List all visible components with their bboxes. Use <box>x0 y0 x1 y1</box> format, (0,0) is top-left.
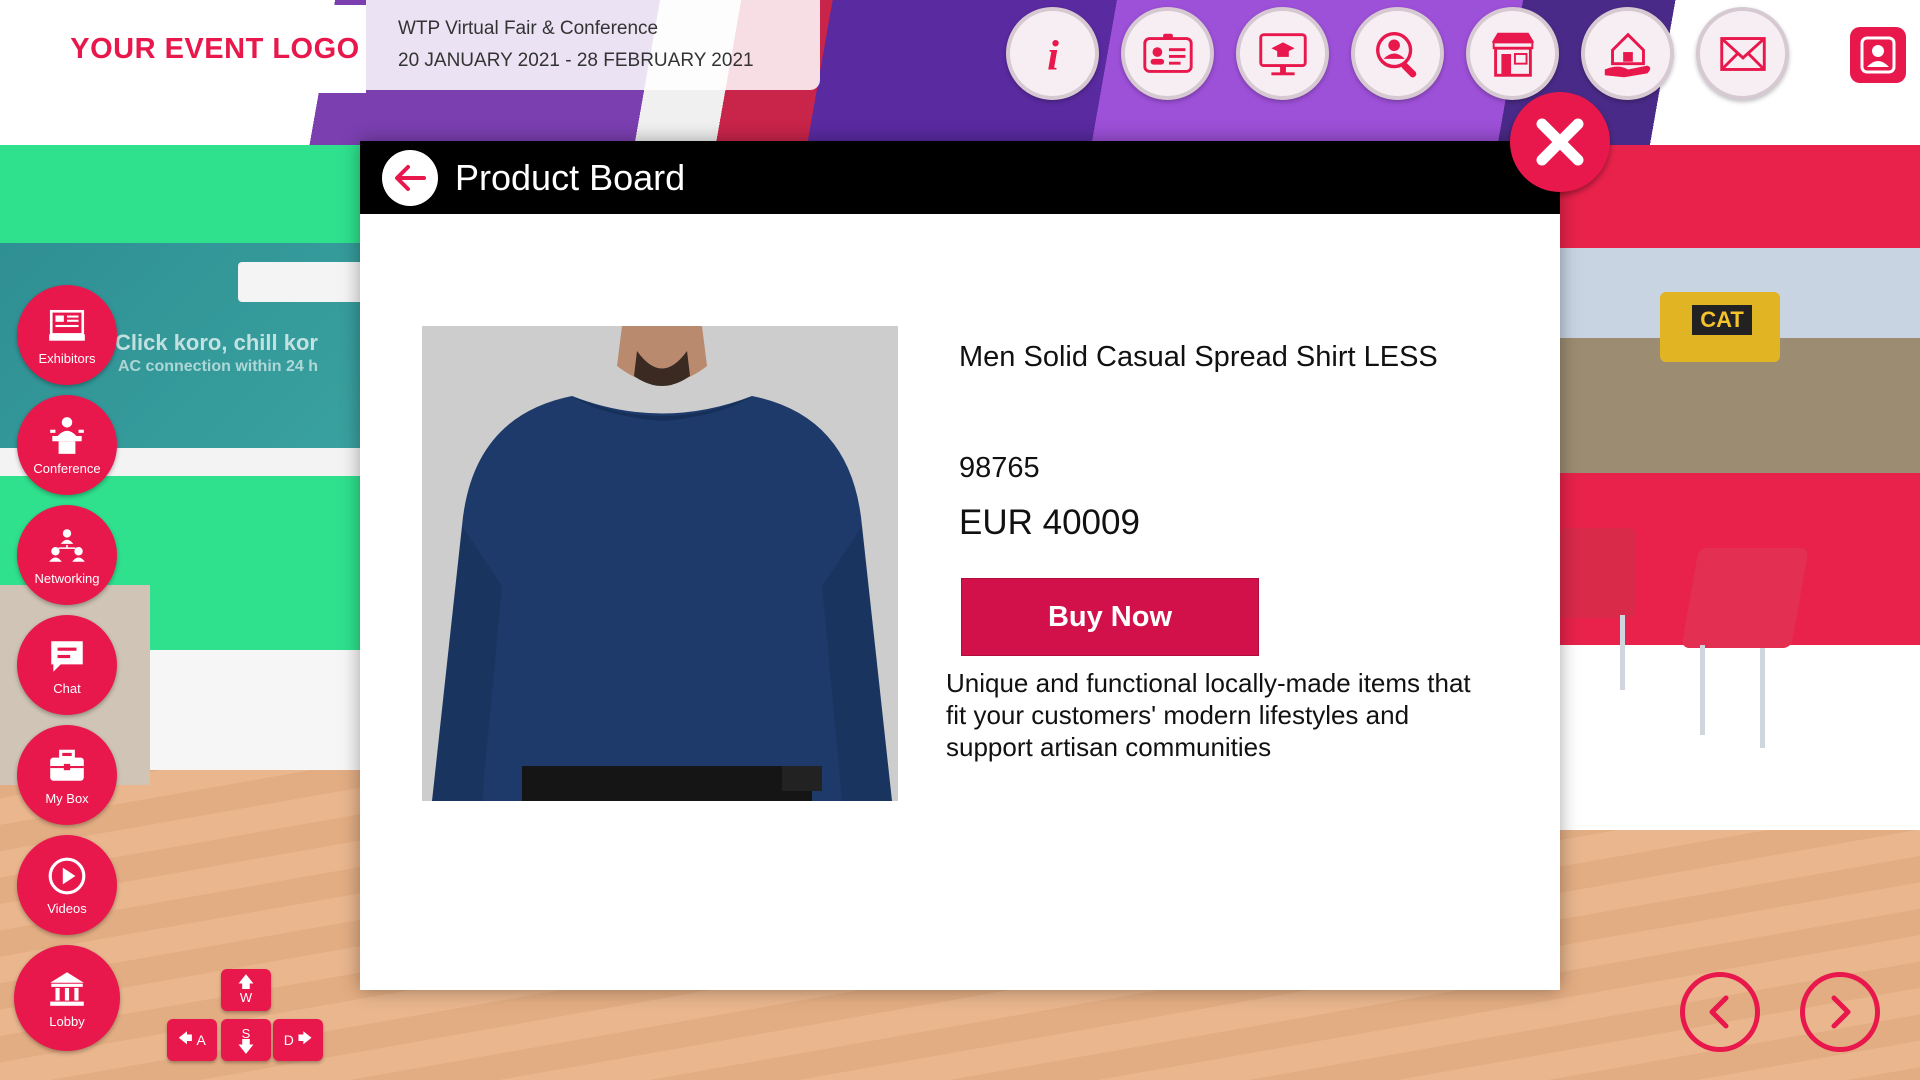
profile-icon <box>1860 36 1896 74</box>
presentation-icon <box>1258 32 1307 75</box>
nav-my-box-label: My Box <box>45 790 89 806</box>
svg-text:i: i <box>1047 32 1059 79</box>
event-logo-text: YOUR EVENT LOGO <box>70 32 360 65</box>
event-info: WTP Virtual Fair & Conference 20 JANUARY… <box>366 0 820 90</box>
chair-right <box>1681 548 1809 648</box>
chat-icon <box>51 640 83 672</box>
chevron-right-icon <box>1831 995 1851 1029</box>
home-hand-button[interactable] <box>1581 7 1674 100</box>
home-hand-icon <box>1604 32 1650 77</box>
close-icon <box>1536 118 1584 166</box>
modal-title: Product Board <box>455 156 686 198</box>
event-dates: 20 JANUARY 2021 - 28 FEBRUARY 2021 <box>398 50 754 71</box>
product-id: 98765 <box>959 452 1040 484</box>
profile-button[interactable] <box>1836 18 1920 92</box>
chair-left <box>1560 528 1635 618</box>
product-board-modal: Product Board Men Solid Casual Spread Sh… <box>360 141 1560 990</box>
nav-networking-label: Networking <box>34 570 100 586</box>
id-card-button[interactable] <box>1121 7 1214 100</box>
top-toolbar: i <box>1006 7 1789 100</box>
product-price: EUR 40009 <box>959 503 1140 542</box>
chair-leg <box>1760 648 1765 748</box>
product-description: Unique and functional locally-made items… <box>946 668 1471 762</box>
key-a-hint[interactable]: 🡄 A <box>167 1019 217 1061</box>
nav-lobby-label: Lobby <box>49 1013 85 1029</box>
arrow-right-icon: 🡆 <box>293 1030 313 1046</box>
chevron-left-icon <box>1709 995 1729 1029</box>
presentation-button[interactable] <box>1236 7 1329 100</box>
shirt-photo-illustration <box>422 326 898 801</box>
next-button[interactable] <box>1800 972 1880 1052</box>
event-logo: YOUR EVENT LOGO <box>64 5 366 93</box>
side-navigation: Exhibitors Conference Networking Chat My… <box>14 285 120 1051</box>
nav-chat[interactable]: Chat <box>17 615 117 715</box>
id-card-icon <box>1142 33 1193 73</box>
key-s-hint[interactable]: S 🡇 <box>221 1019 271 1061</box>
chair-leg <box>1620 615 1625 690</box>
mail-icon <box>1719 36 1766 71</box>
info-icon: i <box>1047 32 1059 79</box>
arrow-down-icon: 🡇 <box>237 1038 255 1056</box>
nav-exhibitors[interactable]: Exhibitors <box>17 285 117 385</box>
nav-lobby[interactable]: Lobby <box>14 945 120 1051</box>
briefcase-icon <box>50 749 84 781</box>
nav-videos[interactable]: Videos <box>17 835 117 935</box>
arrow-left-icon <box>395 164 426 191</box>
info-button[interactable]: i <box>1006 7 1099 100</box>
previous-button[interactable] <box>1680 972 1760 1052</box>
networking-icon <box>49 528 85 562</box>
product-image <box>422 326 898 801</box>
modal-header: Product Board <box>360 141 1560 214</box>
mail-button[interactable] <box>1696 7 1789 100</box>
exhibitors-icon <box>49 309 85 341</box>
nav-chat-label: Chat <box>53 680 81 696</box>
back-button[interactable] <box>382 149 438 206</box>
key-a-label: A <box>196 1032 206 1048</box>
close-button[interactable] <box>1510 92 1610 192</box>
key-d-label: D <box>283 1032 294 1048</box>
arrow-left-icon: 🡄 <box>178 1030 197 1046</box>
conference-icon <box>50 416 84 454</box>
left-banner-subline: AC connection within 24 h <box>118 358 319 375</box>
buy-now-button[interactable]: Buy Now <box>961 578 1259 656</box>
search-person-icon <box>1375 31 1416 77</box>
air-conditioner-graphic <box>238 262 378 302</box>
nav-networking[interactable]: Networking <box>17 505 117 605</box>
nav-videos-label: Videos <box>47 900 87 916</box>
left-booth-floor <box>150 650 380 770</box>
search-people-button[interactable] <box>1351 7 1444 100</box>
product-details: Men Solid Casual Spread Shirt LESS 98765… <box>959 341 1519 543</box>
cat-logo: CAT <box>1692 305 1752 335</box>
nav-conference[interactable]: Conference <box>17 395 117 495</box>
key-w-hint[interactable]: 🡅 W <box>221 969 271 1011</box>
nav-my-box[interactable]: My Box <box>17 725 117 825</box>
event-name: WTP Virtual Fair & Conference <box>398 18 659 39</box>
profile-icon-frame <box>1850 27 1906 83</box>
play-icon <box>48 857 86 894</box>
key-d-hint[interactable]: D 🡆 <box>273 1019 323 1061</box>
nav-exhibitors-label: Exhibitors <box>38 350 96 366</box>
booth-icon <box>1491 32 1534 77</box>
right-booth-floor <box>1560 645 1920 830</box>
key-w-label: W <box>239 989 253 1005</box>
arrow-up-icon: 🡅 <box>237 973 255 991</box>
chair-leg <box>1700 645 1705 735</box>
booth-button[interactable] <box>1466 7 1559 100</box>
product-name: Men Solid Casual Spread Shirt LESS <box>959 341 1438 373</box>
nav-conference-label: Conference <box>33 460 101 476</box>
lobby-icon <box>50 971 84 1006</box>
left-banner-headline: Click koro, chill kor <box>115 330 318 355</box>
